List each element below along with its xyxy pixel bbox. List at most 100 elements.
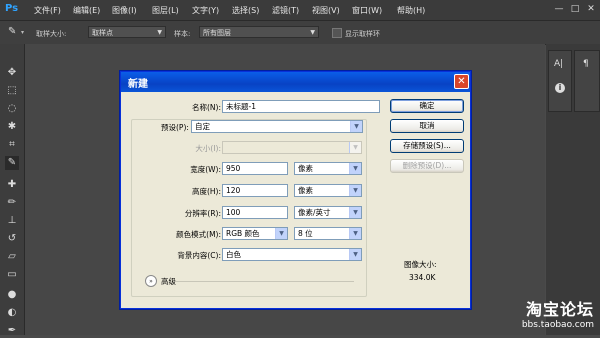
preset-select[interactable]: 自定 ▼ bbox=[191, 120, 363, 133]
close-icon[interactable]: ✕ bbox=[454, 74, 469, 89]
background-label: 背景内容(C): bbox=[177, 251, 221, 260]
sample-size-label: 取样大小: bbox=[36, 30, 67, 38]
preset-value: 自定 bbox=[195, 122, 210, 131]
history-brush-icon[interactable]: ↺ bbox=[5, 232, 19, 246]
dialog-title: 新建 bbox=[128, 79, 148, 90]
eyedropper-tool-icon[interactable]: ✎ bbox=[8, 26, 16, 37]
show-ring-checkbox[interactable] bbox=[332, 28, 342, 38]
resolution-field[interactable]: 100 bbox=[222, 206, 288, 219]
chevron-down-icon: ▼ bbox=[157, 29, 162, 36]
tool-preset-chevron-icon[interactable]: ▾ bbox=[21, 29, 24, 36]
bit-depth-value: 8 位 bbox=[298, 229, 313, 238]
info-icon[interactable]: i bbox=[555, 83, 565, 93]
chevron-down-icon: ▼ bbox=[275, 228, 287, 239]
width-label: 宽度(W): bbox=[190, 165, 221, 174]
sample-size-value: 取样点 bbox=[92, 29, 113, 37]
preset-label: 预设(P): bbox=[161, 123, 189, 132]
menu-layer[interactable]: 图层(L) bbox=[152, 5, 179, 16]
menu-type[interactable]: 文字(Y) bbox=[192, 5, 219, 16]
image-size-label: 图像大小: bbox=[404, 260, 437, 269]
dialog-titlebar[interactable]: 新建 ✕ bbox=[121, 72, 470, 92]
chevron-down-icon: ▼ bbox=[310, 29, 315, 36]
width-field[interactable]: 950 bbox=[222, 162, 288, 175]
menu-select[interactable]: 选择(S) bbox=[232, 5, 259, 16]
sample-label: 样本: bbox=[174, 30, 191, 38]
color-mode-select[interactable]: RGB 颜色 ▼ bbox=[222, 227, 288, 240]
maximize-button[interactable]: □ bbox=[568, 3, 582, 16]
menu-bar: Ps 文件(F) 编辑(E) 图像(I) 图层(L) 文字(Y) 选择(S) 滤… bbox=[0, 0, 600, 21]
pen-icon[interactable]: ✒ bbox=[5, 324, 19, 338]
color-mode-label: 颜色模式(M): bbox=[176, 230, 221, 239]
width-unit-select[interactable]: 像素 ▼ bbox=[294, 162, 362, 175]
watermark-subtitle: bbs.taobao.com bbox=[521, 320, 594, 330]
width-unit-value: 像素 bbox=[298, 164, 313, 173]
photoshop-logo: Ps bbox=[5, 3, 19, 14]
chevron-down-icon: ▼ bbox=[349, 163, 361, 174]
name-label: 名称(N): bbox=[192, 103, 221, 112]
window-close-button[interactable]: ✕ bbox=[584, 3, 598, 16]
resolution-unit-select[interactable]: 像素/英寸 ▼ bbox=[294, 206, 362, 219]
divider bbox=[176, 281, 354, 282]
stamp-icon[interactable]: ⊥ bbox=[5, 214, 19, 228]
height-unit-value: 像素 bbox=[298, 186, 313, 195]
background-value: 白色 bbox=[226, 250, 241, 259]
panel-strip-right: ¶ bbox=[574, 50, 600, 112]
delete-preset-button: 删除预设(D)... bbox=[390, 159, 464, 173]
height-unit-select[interactable]: 像素 ▼ bbox=[294, 184, 362, 197]
color-mode-value: RGB 颜色 bbox=[226, 229, 260, 238]
crop-icon[interactable]: ⌗ bbox=[5, 138, 19, 152]
watermark: 淘宝论坛 bbs.taobao.com bbox=[522, 296, 594, 330]
tools-panel: ✥ ⬚ ◌ ✱ ⌗ ✎ ✚ ✏ ⊥ ↺ ▱ ▭ ● ◐ ✒ bbox=[0, 44, 25, 338]
sample-select[interactable]: 所有图层 ▼ bbox=[199, 26, 319, 38]
menu-help[interactable]: 帮助(H) bbox=[397, 5, 425, 16]
bit-depth-select[interactable]: 8 位 ▼ bbox=[294, 227, 362, 240]
height-label: 高度(H): bbox=[191, 187, 221, 196]
character-panel-icon[interactable]: A| bbox=[554, 59, 563, 69]
dodge-icon[interactable]: ◐ bbox=[5, 306, 19, 320]
eraser-icon[interactable]: ▱ bbox=[5, 250, 19, 264]
menu-view[interactable]: 视图(V) bbox=[312, 5, 340, 16]
magic-wand-icon[interactable]: ✱ bbox=[5, 120, 19, 134]
cancel-button[interactable]: 取消 bbox=[390, 119, 464, 133]
size-label: 大小(I): bbox=[195, 144, 221, 153]
ok-button[interactable]: 确定 bbox=[390, 99, 464, 113]
options-bar: ✎ ▾ 取样大小: 取样点 ▼ 样本: 所有图层 ▼ 显示取样环 bbox=[0, 21, 600, 45]
resolution-label: 分辨率(R): bbox=[184, 209, 221, 218]
sample-size-select[interactable]: 取样点 ▼ bbox=[88, 26, 166, 38]
chevron-down-icon: ▼ bbox=[349, 249, 361, 260]
chevron-double-down-icon[interactable]: » bbox=[145, 275, 157, 287]
chevron-down-icon: ▼ bbox=[349, 142, 361, 153]
watermark-title: 淘宝论坛 bbox=[525, 300, 594, 319]
minimize-button[interactable]: — bbox=[552, 3, 566, 16]
background-select[interactable]: 白色 ▼ bbox=[222, 248, 362, 261]
paragraph-panel-icon[interactable]: ¶ bbox=[583, 59, 589, 69]
menu-file[interactable]: 文件(F) bbox=[34, 5, 61, 16]
sample-value: 所有图层 bbox=[203, 29, 231, 37]
marquee-icon[interactable]: ⬚ bbox=[5, 84, 19, 98]
new-document-dialog: 新建 ✕ 名称(N): 未标题-1 预设(P): 自定 ▼ 大小(I): ▼ 宽… bbox=[120, 71, 471, 309]
resolution-unit-value: 像素/英寸 bbox=[298, 208, 331, 217]
advanced-label: 高级 bbox=[161, 277, 176, 286]
size-select: ▼ bbox=[222, 141, 362, 154]
gradient-icon[interactable]: ▭ bbox=[5, 268, 19, 282]
move-icon[interactable]: ✥ bbox=[5, 66, 19, 80]
panel-strip-left: A| i bbox=[548, 50, 572, 112]
chevron-down-icon: ▼ bbox=[349, 207, 361, 218]
healing-icon[interactable]: ✚ bbox=[5, 178, 19, 192]
menu-edit[interactable]: 编辑(E) bbox=[73, 5, 100, 16]
show-ring-label: 显示取样环 bbox=[345, 30, 380, 38]
name-field[interactable]: 未标题-1 bbox=[222, 100, 380, 113]
chevron-down-icon: ▼ bbox=[349, 185, 361, 196]
blur-icon[interactable]: ● bbox=[5, 288, 19, 302]
menu-window[interactable]: 窗口(W) bbox=[352, 5, 382, 16]
eyedropper-icon[interactable]: ✎ bbox=[5, 156, 19, 170]
lasso-icon[interactable]: ◌ bbox=[5, 102, 19, 116]
chevron-down-icon: ▼ bbox=[349, 228, 361, 239]
image-size-value: 334.0K bbox=[409, 273, 436, 282]
height-field[interactable]: 120 bbox=[222, 184, 288, 197]
menu-image[interactable]: 图像(I) bbox=[112, 5, 137, 16]
chevron-down-icon: ▼ bbox=[350, 121, 362, 132]
menu-filter[interactable]: 滤镜(T) bbox=[272, 5, 299, 16]
brush-icon[interactable]: ✏ bbox=[5, 196, 19, 210]
save-preset-button[interactable]: 存储预设(S)... bbox=[390, 139, 464, 153]
